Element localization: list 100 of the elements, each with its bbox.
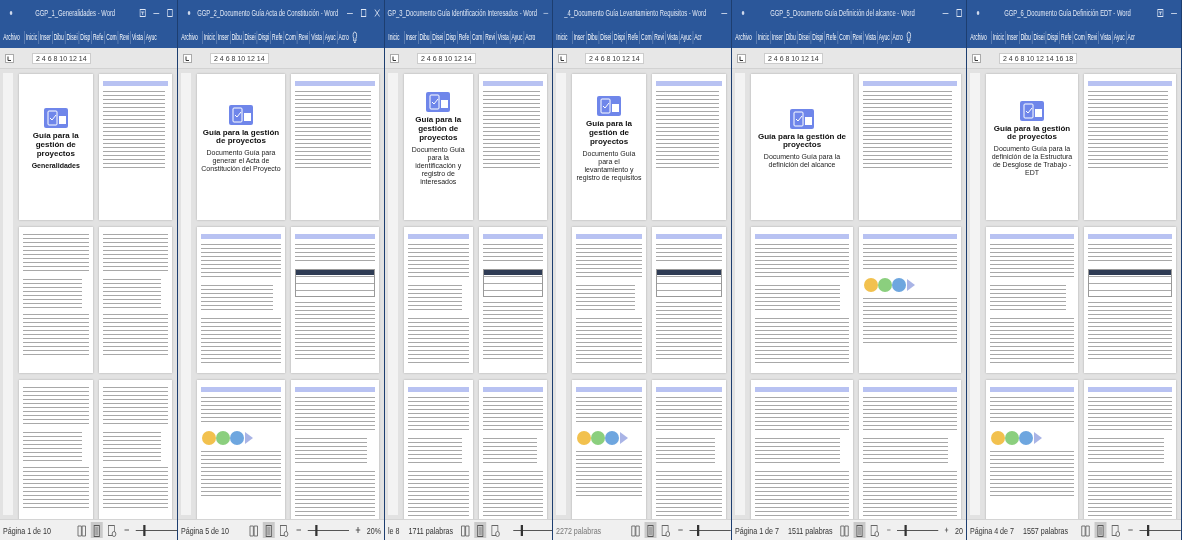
ribbon-tab[interactable]: Ayuc xyxy=(509,30,524,44)
ribbon-tab[interactable]: Com xyxy=(639,30,653,44)
print-layout-button[interactable] xyxy=(90,522,103,538)
web-layout-button[interactable] xyxy=(1109,522,1122,538)
ribbon-tab[interactable]: Vista xyxy=(1098,30,1113,44)
ribbon-tab[interactable]: Archivo xyxy=(734,30,753,44)
ribbon-tab[interactable]: Dibu xyxy=(52,30,65,44)
slider-thumb[interactable] xyxy=(1147,524,1150,536)
tab-selector-icon[interactable] xyxy=(5,53,14,63)
print-layout-button[interactable] xyxy=(1094,522,1107,538)
ribbon-tab[interactable]: Vista xyxy=(665,30,679,44)
ribbon-tab[interactable]: Dibu xyxy=(1019,30,1032,44)
quick-access-icon[interactable] xyxy=(7,8,15,18)
ribbon-tab[interactable]: Acr xyxy=(1125,30,1137,44)
ribbon-tab[interactable]: Archivo xyxy=(969,30,988,44)
ribbon-tab[interactable]: Com xyxy=(1072,30,1086,44)
ribbon-display-options-button[interactable] xyxy=(1156,8,1165,18)
ribbon-tab[interactable]: Archivo xyxy=(2,30,21,44)
ribbon-tab[interactable]: Com xyxy=(104,30,118,44)
ribbon-tab[interactable]: Dibu xyxy=(417,30,431,44)
ribbon-tab[interactable]: Disp xyxy=(444,30,458,44)
ribbon-tab[interactable]: Inicic xyxy=(387,30,401,44)
ribbon-tab[interactable]: Inicic xyxy=(555,30,569,44)
ribbon-tab[interactable]: Disp xyxy=(78,30,92,44)
ribbon-tab[interactable]: Com xyxy=(283,30,297,44)
ribbon-tab[interactable]: Disei xyxy=(1031,30,1046,44)
ribbon-tab[interactable]: Refe xyxy=(1059,30,1073,44)
ribbon-tab[interactable]: Vista xyxy=(496,30,510,44)
ribbon-tab[interactable]: Dispi xyxy=(612,30,627,44)
ribbon-tab[interactable]: Dibu xyxy=(230,30,243,44)
maximize-button[interactable] xyxy=(166,8,174,18)
tab-selector-icon[interactable] xyxy=(972,53,981,63)
slider-thumb[interactable] xyxy=(697,524,700,536)
ribbon-tab[interactable]: Revi xyxy=(850,30,864,44)
ribbon-tab[interactable]: Disei xyxy=(64,30,79,44)
ribbon-display-options-button[interactable] xyxy=(139,8,147,18)
ribbon-tab[interactable]: Refe xyxy=(91,30,105,44)
ribbon-tab[interactable]: Acro xyxy=(523,30,537,44)
ribbon-tab[interactable]: Dispi xyxy=(256,30,271,44)
ribbon-tab[interactable]: Disei xyxy=(242,30,257,44)
ribbon-tab[interactable]: Dispi xyxy=(1045,30,1060,44)
ribbon-tab[interactable]: Dibu xyxy=(585,30,599,44)
ribbon-tab[interactable]: Refe xyxy=(626,30,640,44)
ribbon-tab[interactable]: Inser xyxy=(770,30,784,44)
web-layout-button[interactable] xyxy=(105,522,118,538)
print-layout-button[interactable] xyxy=(644,522,657,538)
ribbon-tab[interactable]: Ayuc xyxy=(1112,30,1126,44)
zoom-percentage[interactable]: 20 xyxy=(955,524,963,536)
print-layout-button[interactable] xyxy=(474,522,487,538)
ribbon-tab[interactable]: Dispi xyxy=(810,30,825,44)
ribbon-tab[interactable]: Inser xyxy=(38,30,52,44)
ribbon-tab[interactable]: Inser xyxy=(216,30,230,44)
tab-selector-icon[interactable] xyxy=(390,53,399,63)
zoom-percentage[interactable]: 20% xyxy=(366,524,381,536)
ribbon-tab[interactable]: Inicic xyxy=(202,30,217,44)
zoom-in-icon[interactable] xyxy=(944,526,950,534)
slider-thumb[interactable] xyxy=(315,524,318,536)
ribbon-tab[interactable]: Inser xyxy=(1005,30,1019,44)
ribbon-tab[interactable]: Vista xyxy=(863,30,878,44)
ribbon-tab[interactable]: Refe xyxy=(270,30,284,44)
tab-selector-icon[interactable] xyxy=(183,53,192,63)
slider-thumb[interactable] xyxy=(143,524,146,536)
slider-thumb[interactable] xyxy=(904,524,907,536)
web-layout-button[interactable] xyxy=(868,522,881,538)
quick-access-icon[interactable] xyxy=(185,8,193,18)
ribbon-tab[interactable]: Disei xyxy=(430,30,445,44)
ribbon-tab[interactable]: Refe xyxy=(824,30,838,44)
ribbon-tab[interactable]: Inicic xyxy=(991,30,1006,44)
ribbon-tab[interactable]: Inicic xyxy=(24,30,39,44)
ribbon-tab[interactable]: Com xyxy=(470,30,484,44)
ribbon-tab[interactable]: Vista xyxy=(309,30,324,44)
tab-selector-icon[interactable] xyxy=(737,53,746,63)
web-layout-button[interactable] xyxy=(659,522,672,538)
maximize-button[interactable] xyxy=(359,8,368,18)
ribbon-tab[interactable]: Disei xyxy=(598,30,613,44)
ribbon-tab[interactable]: Revi xyxy=(652,30,666,44)
print-layout-button[interactable] xyxy=(853,522,866,538)
print-layout-button[interactable] xyxy=(262,522,275,538)
ribbon-tab[interactable]: Inser xyxy=(404,30,418,44)
ribbon-tab[interactable]: Revi xyxy=(117,30,131,44)
ribbon-tab[interactable]: Archivo xyxy=(180,30,199,44)
ribbon-tab[interactable]: Refe xyxy=(457,30,471,44)
ribbon-tab[interactable]: Acro xyxy=(890,30,904,44)
ribbon-tab[interactable]: Dibu xyxy=(784,30,797,44)
ribbon-tab[interactable]: Revi xyxy=(483,30,497,44)
ribbon-tab[interactable]: Vista xyxy=(130,30,145,44)
maximize-button[interactable] xyxy=(955,8,963,18)
web-layout-button[interactable] xyxy=(489,522,502,538)
ribbon-tab[interactable]: Com xyxy=(837,30,851,44)
ribbon-tab[interactable]: Ayuc xyxy=(678,30,693,44)
quick-access-icon[interactable] xyxy=(739,8,747,18)
ribbon-tab[interactable]: Acro xyxy=(336,30,350,44)
ribbon-tab[interactable]: Acr xyxy=(692,30,703,44)
ribbon-tab[interactable]: Revi xyxy=(296,30,310,44)
ribbon-tab[interactable]: Inser xyxy=(572,30,586,44)
lightbulb-icon[interactable] xyxy=(352,30,358,44)
ribbon-tab[interactable]: Inicic xyxy=(756,30,771,44)
ribbon-tab[interactable]: Revi xyxy=(1085,30,1099,44)
ribbon-tab[interactable]: Ayuc xyxy=(144,30,158,44)
lightbulb-icon[interactable] xyxy=(906,30,912,44)
